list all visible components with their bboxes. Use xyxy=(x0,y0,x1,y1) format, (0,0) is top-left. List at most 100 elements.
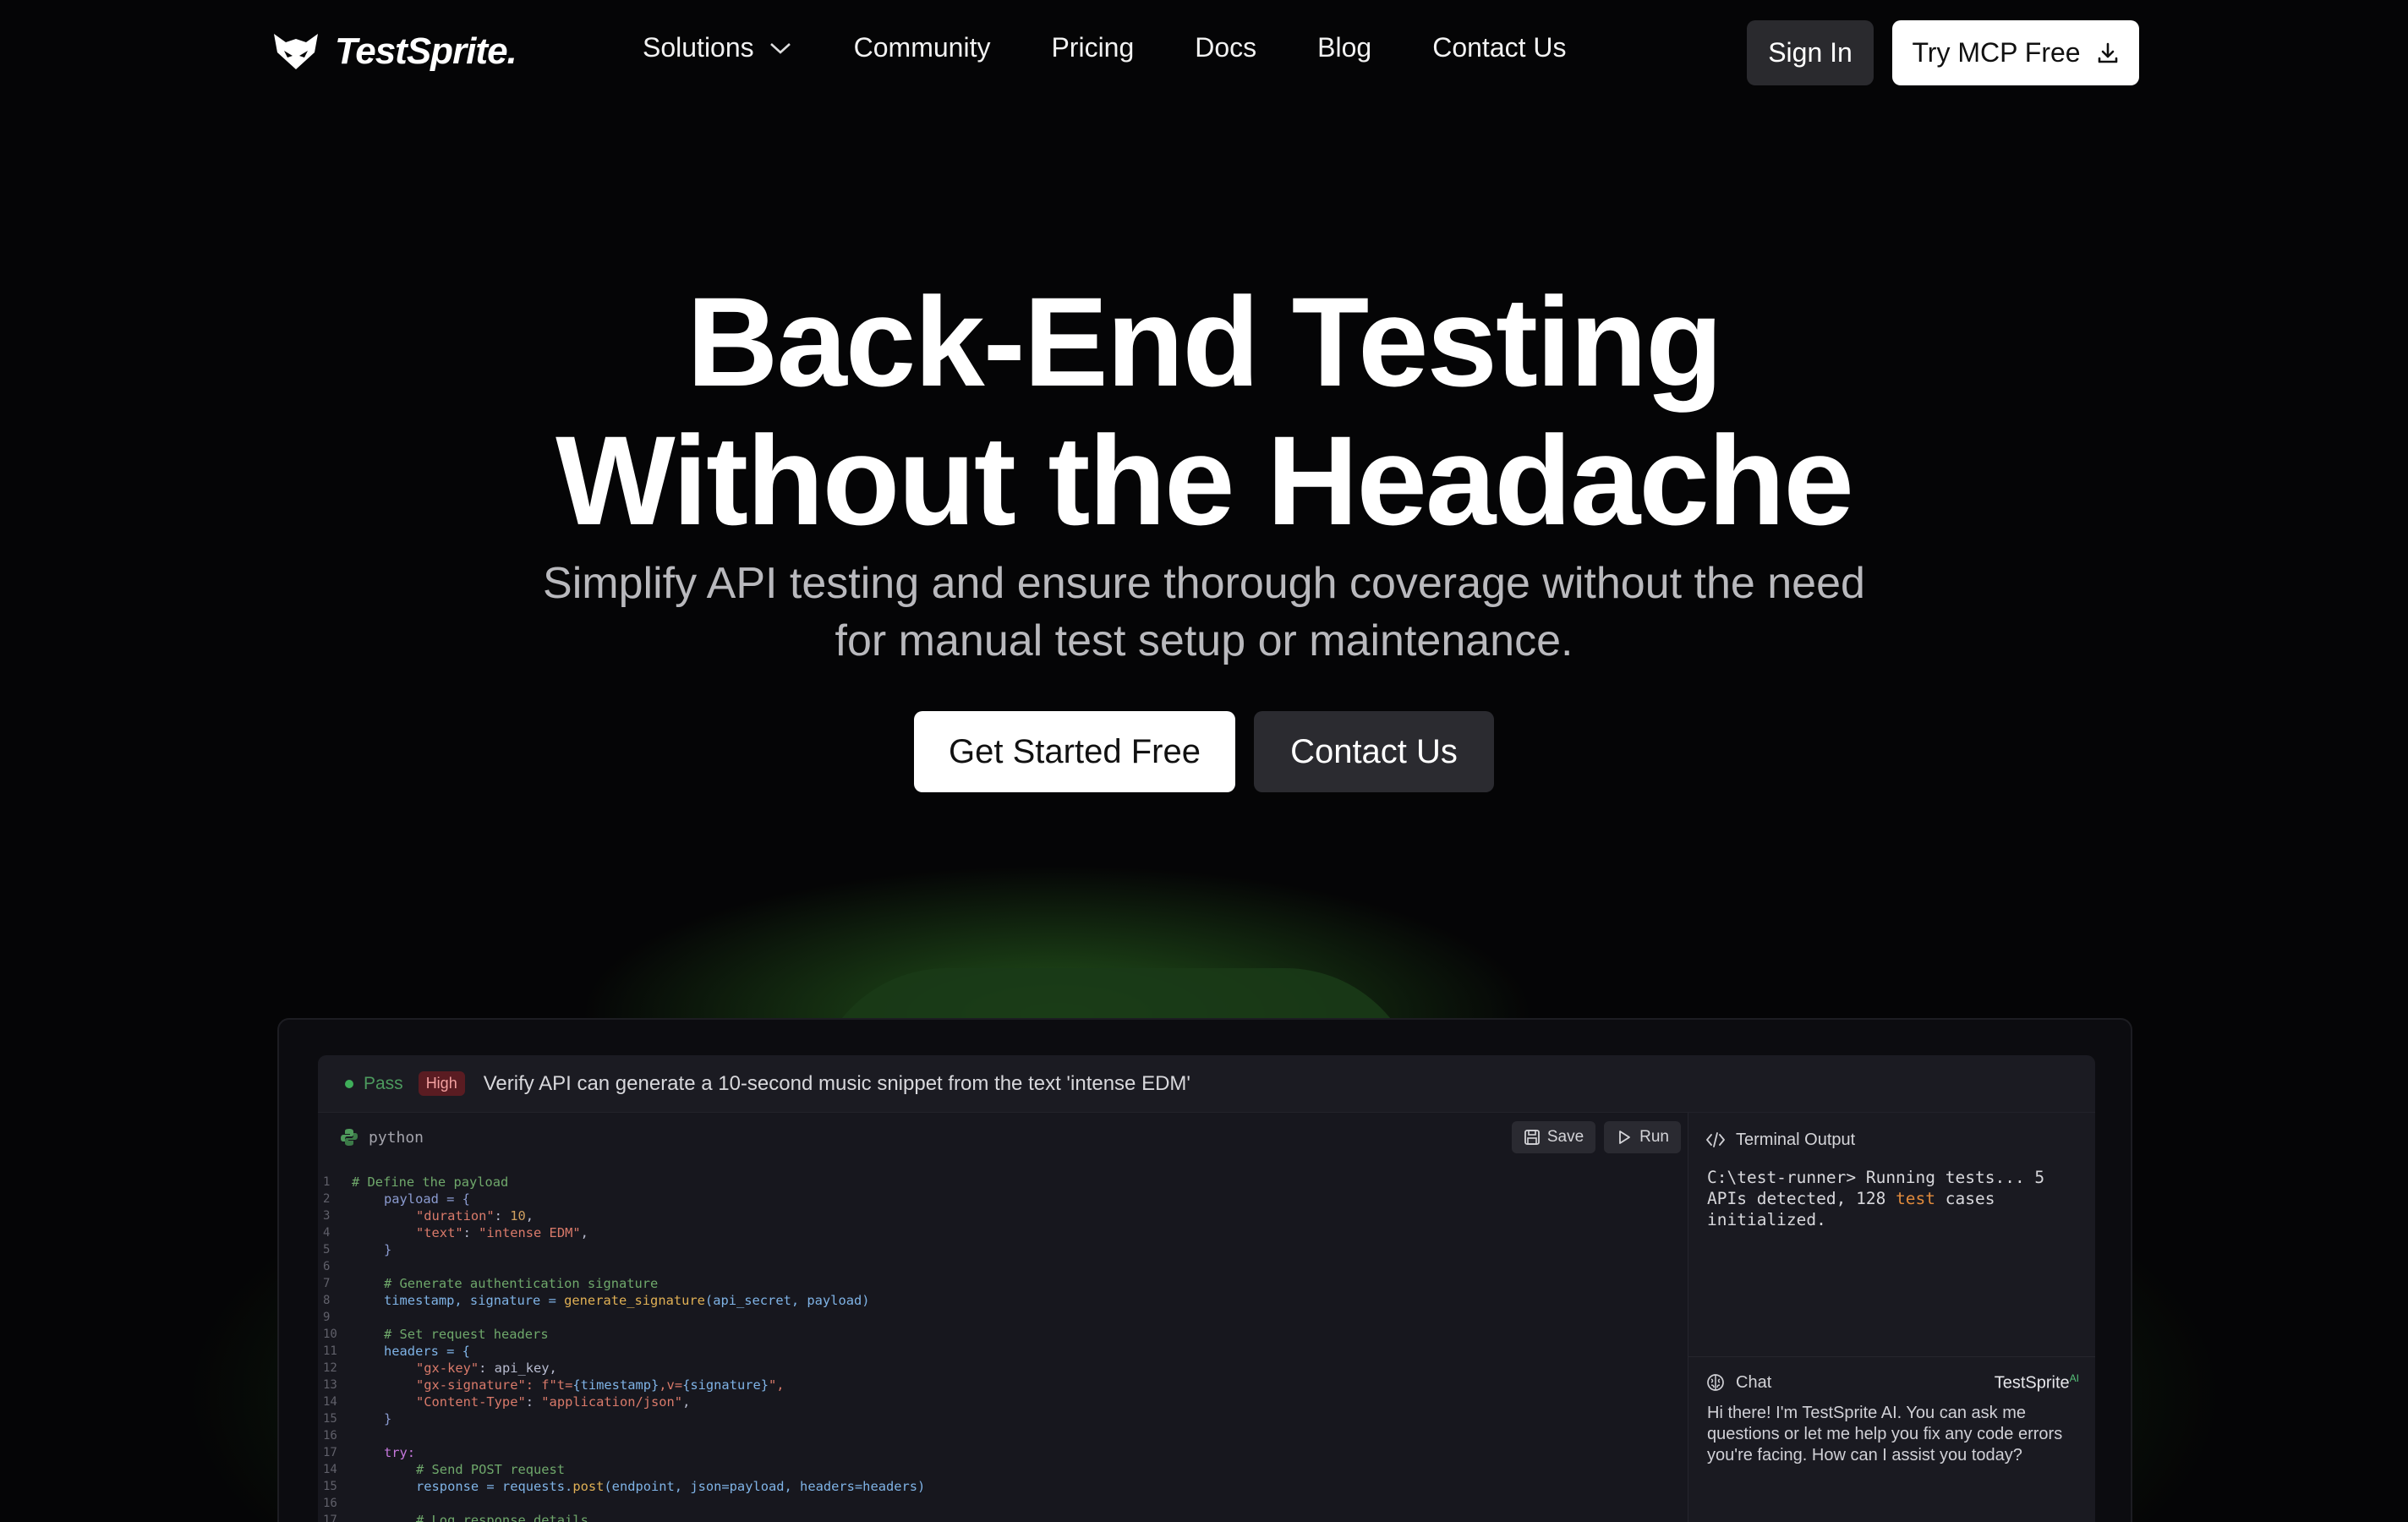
line-number: 12 xyxy=(323,1361,337,1375)
code-text: 10 xyxy=(510,1208,526,1224)
editor-actions: Save Run xyxy=(1511,1121,1681,1153)
test-case-title: Verify API can generate a 10-second musi… xyxy=(483,1071,1190,1095)
code-editor[interactable]: python Save Run 1 # Define the payload 2 p… xyxy=(318,1113,1688,1522)
contact-us-button[interactable]: Contact Us xyxy=(1254,711,1494,792)
code-text: , xyxy=(580,1225,588,1240)
chat-brand-name: TestSprite xyxy=(1994,1373,2070,1393)
chevron-down-icon xyxy=(769,42,791,54)
code-text: "text" xyxy=(416,1225,463,1240)
code-text: response = requests. xyxy=(416,1479,573,1494)
hero-title: Back-End Testing Without the Headache xyxy=(0,272,2408,550)
code-line: 17 # Log response details xyxy=(318,1512,1688,1522)
line-number: 10 xyxy=(323,1328,337,1341)
testsprite-logo[interactable]: TestSprite. xyxy=(272,30,517,73)
code-body[interactable]: 1 # Define the payload 2 payload = { 3 "dur… xyxy=(318,1174,1688,1522)
chat-brand-ai: AI xyxy=(2069,1371,2079,1384)
priority-badge: High xyxy=(418,1071,465,1096)
terminal-highlight: test xyxy=(1896,1189,1936,1208)
code-text: headers = { xyxy=(384,1344,470,1359)
code-text: "application/json" xyxy=(541,1394,683,1410)
brain-icon xyxy=(1707,1374,1724,1391)
code-text: timestamp, signature = xyxy=(384,1293,565,1308)
line-number: 13 xyxy=(323,1378,337,1392)
nav-links: Solutions Community Pricing Docs Blog Co… xyxy=(643,32,1628,63)
logo-text: TestSprite. xyxy=(335,30,517,72)
code-line: 2 payload = { xyxy=(318,1191,1688,1207)
chat-header: Chat TestSpriteAI xyxy=(1705,1369,2079,1396)
run-button[interactable]: Run xyxy=(1604,1121,1681,1153)
nav-blog[interactable]: Blog xyxy=(1317,32,1371,63)
line-number: 9 xyxy=(323,1311,331,1324)
line-number: 14 xyxy=(323,1395,337,1409)
test-case-bar[interactable]: Pass High Verify API can generate a 10-s… xyxy=(318,1055,2095,1113)
code-text: # Define the payload xyxy=(352,1174,509,1190)
code-brackets-icon xyxy=(1706,1132,1725,1147)
code-text: # Log response details xyxy=(416,1513,588,1522)
code-line: 10 # Set request headers xyxy=(318,1326,1688,1343)
top-nav: TestSprite. Solutions Community Pricing … xyxy=(0,0,2408,105)
code-text: "duration" xyxy=(416,1208,495,1224)
nav-solutions[interactable]: Solutions xyxy=(643,32,793,63)
code-text: post xyxy=(572,1479,605,1494)
line-number: 6 xyxy=(323,1260,331,1273)
language-label: python xyxy=(369,1128,424,1147)
save-icon xyxy=(1524,1130,1540,1145)
code-text: , xyxy=(682,1394,691,1410)
line-number: 2 xyxy=(323,1192,331,1206)
pass-status-dot xyxy=(345,1079,353,1088)
line-number: 1 xyxy=(323,1175,331,1189)
play-icon xyxy=(1619,1131,1631,1144)
code-text: , xyxy=(525,1208,534,1224)
code-line: 1 # Define the payload xyxy=(318,1174,1688,1191)
terminal-output: C:\test-runner> Running tests... 5 APIs … xyxy=(1707,1167,2079,1230)
try-mcp-free-button[interactable]: Try MCP Free xyxy=(1892,20,2139,85)
code-text: } xyxy=(384,1242,392,1257)
code-line: 14 # Send POST request xyxy=(323,1462,566,1477)
hero-subtitle-line-1: Simplify API testing and ensure thorough… xyxy=(543,559,1865,608)
line-number: 5 xyxy=(323,1243,331,1256)
save-button[interactable]: Save xyxy=(1511,1121,1596,1153)
product-demo-frame: Pass High Verify API can generate a 10-s… xyxy=(277,1018,2132,1522)
fox-logo-icon xyxy=(274,34,318,69)
chat-brand: TestSpriteAI xyxy=(1995,1372,2079,1393)
code-text: "intense EDM" xyxy=(479,1225,581,1240)
hero-subtitle-line-2: for manual test setup or maintenance. xyxy=(835,616,1573,665)
code-text: : f"t= xyxy=(525,1377,573,1393)
code-text: "Content-Type" xyxy=(416,1394,526,1410)
code-text: {timestamp} xyxy=(572,1377,659,1393)
code-text: : api_key, xyxy=(479,1360,557,1376)
nav-community[interactable]: Community xyxy=(854,32,991,63)
code-line: 17 try: xyxy=(318,1444,1688,1461)
code-line: 9 xyxy=(318,1309,1688,1326)
code-text: "gx-key" xyxy=(416,1360,479,1376)
code-text: : xyxy=(462,1225,479,1240)
line-number: 17 xyxy=(323,1446,337,1459)
code-text: # Send POST request xyxy=(416,1462,566,1477)
terminal-title: Terminal Output xyxy=(1736,1130,1856,1149)
line-number: 15 xyxy=(323,1412,337,1426)
code-line: 5} xyxy=(318,1241,1688,1258)
chat-panel: Chat TestSpriteAI Hi there! I'm TestSpri… xyxy=(1688,1356,2095,1522)
python-icon xyxy=(341,1129,358,1146)
nav-contact-us[interactable]: Contact Us xyxy=(1432,32,1566,63)
get-started-free-button[interactable]: Get Started Free xyxy=(914,711,1235,792)
sign-in-button[interactable]: Sign In xyxy=(1747,20,1874,85)
code-text: generate_signature xyxy=(564,1293,705,1308)
line-number: 7 xyxy=(323,1277,331,1290)
nav-solutions-label: Solutions xyxy=(643,32,754,63)
code-text: (api_secret, payload) xyxy=(704,1293,870,1308)
code-line: 16 xyxy=(318,1427,1688,1444)
code-line: 16 xyxy=(323,1497,337,1510)
hero-title-line-1: Back-End Testing xyxy=(687,271,1723,413)
nav-pricing[interactable]: Pricing xyxy=(1051,32,1134,63)
code-text: "gx-signature" xyxy=(416,1377,526,1393)
code-line: 12 "gx-key": api_key, xyxy=(318,1360,1688,1377)
nav-docs[interactable]: Docs xyxy=(1195,32,1256,63)
line-number: 4 xyxy=(323,1226,331,1240)
code-text: try: xyxy=(384,1445,416,1460)
code-line: 14 "Content-Type": "application/json", xyxy=(318,1393,1688,1410)
code-text: {signature} xyxy=(682,1377,769,1393)
download-icon xyxy=(2098,42,2117,63)
code-line: 3 "duration": 10, xyxy=(318,1207,1688,1224)
code-text: (endpoint, json=payload, headers=headers… xyxy=(604,1479,926,1494)
